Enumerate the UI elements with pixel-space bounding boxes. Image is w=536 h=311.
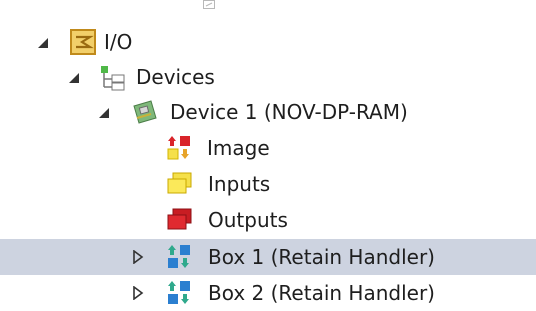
image-icon <box>165 134 193 162</box>
tree-item-outputs[interactable]: Outputs <box>0 202 536 238</box>
tree-item-devices[interactable]: Devices <box>0 59 536 95</box>
tree-item-label: I/O <box>104 30 133 54</box>
expand-arrow-icon[interactable] <box>131 250 147 266</box>
tree-item-image[interactable]: Image <box>0 130 536 166</box>
io-folder-icon <box>69 28 97 56</box>
tree-item-label: Inputs <box>208 172 271 196</box>
tree-item-label: Box 1 (Retain Handler) <box>208 245 435 269</box>
tree-item-label: Device 1 (NOV-DP-RAM) <box>170 100 408 124</box>
box-icon <box>165 279 193 307</box>
devices-tree-icon <box>99 63 127 91</box>
scroll-mark-icon <box>203 0 215 10</box>
inputs-icon <box>165 170 193 198</box>
tree-item-label: Outputs <box>208 208 288 232</box>
collapse-arrow-icon[interactable] <box>36 36 52 52</box>
tree-item-label: Image <box>207 136 270 160</box>
tree-item-box1[interactable]: Box 1 (Retain Handler) <box>0 239 536 275</box>
tree-item-device1[interactable]: Device 1 (NOV-DP-RAM) <box>0 94 536 130</box>
collapse-arrow-icon[interactable] <box>67 71 83 87</box>
collapse-arrow-icon[interactable] <box>97 106 113 122</box>
expand-arrow-icon[interactable] <box>131 286 147 302</box>
tree-item-inputs[interactable]: Inputs <box>0 166 536 202</box>
box-icon <box>165 243 193 271</box>
outputs-icon <box>165 206 193 234</box>
device-card-icon <box>131 98 159 126</box>
tree-item-label: Devices <box>136 65 215 89</box>
tree-item-io[interactable]: I/O <box>0 24 536 60</box>
